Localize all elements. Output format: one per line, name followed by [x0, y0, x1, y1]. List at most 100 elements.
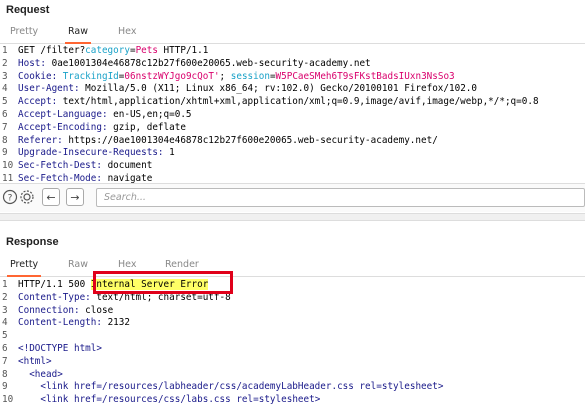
line-text: Host: 0ae1001304e46878c12b27f600e20065.w…: [18, 58, 371, 70]
code-token: HTTP/1.1: [157, 45, 209, 56]
code-token: ;: [219, 70, 231, 82]
line-number: 5: [2, 330, 8, 342]
code-token: rel=: [230, 394, 259, 406]
code-token: Upgrade-Insecure-Requests:: [18, 147, 164, 159]
back-arrow-icon[interactable]: ←: [42, 188, 60, 206]
annotation-box: [93, 271, 233, 294]
settings-icon[interactable]: [19, 189, 35, 205]
code-token: Accept:: [18, 96, 58, 108]
pane-divider[interactable]: [0, 213, 585, 221]
tab-request-hex[interactable]: Hex: [118, 23, 136, 41]
response-editor[interactable]: 1 HTTP/1.1 500 Internal Server Error 2 Cont…: [0, 279, 585, 409]
line-number: 10: [2, 394, 14, 406]
line-number: 4: [2, 83, 8, 95]
code-token: 0ae1001304e46878c12b27f600e20065.web-sec…: [46, 57, 371, 69]
code-token: Sec-Fetch-Dest:: [18, 160, 102, 172]
line-number: 10: [2, 160, 14, 172]
code-token: navigate: [101, 173, 153, 183]
tab-request-pretty[interactable]: Pretty: [10, 23, 38, 41]
line-text: Cookie: TrackingId=06nstzWYJgo9cQoT'; se…: [18, 71, 455, 83]
code-token: <!DOCTYPE html>: [18, 343, 102, 354]
code-token: Pets: [135, 45, 158, 56]
code-token: >: [314, 394, 321, 406]
code-token: TrackingId: [62, 70, 119, 82]
svg-text:?: ?: [8, 194, 13, 204]
code-token: Host:: [18, 57, 46, 69]
code-token: Referer:: [18, 134, 63, 146]
code-token: >: [437, 381, 444, 393]
line-number: 8: [2, 368, 8, 380]
code-token: text/html,application/xhtml+xml,applicat…: [57, 96, 539, 108]
code-token: <head>: [29, 368, 63, 380]
line-text: GET /filter?category=Pets HTTP/1.1: [18, 45, 208, 57]
code-token: gzip, deflate: [107, 121, 186, 133]
tab-response-raw[interactable]: Raw: [68, 256, 88, 274]
code-token: rel=: [353, 381, 382, 393]
line-text: User-Agent: Mozilla/5.0 (X11; Linux x86_…: [18, 83, 477, 95]
line-number: 7: [2, 121, 8, 133]
line-text: Accept: text/html,application/xhtml+xml,…: [18, 96, 539, 108]
code-token: href=: [73, 381, 102, 393]
line-number: 7: [2, 355, 8, 367]
code-token: Content-Length:: [18, 317, 102, 329]
code-token: W5PCaeSMeh6T9sFKstBadsIUxn3NsSo3: [275, 70, 455, 82]
line-number: 3: [2, 304, 8, 316]
code-token: <link: [40, 394, 74, 406]
line-number: 11: [2, 173, 14, 183]
code-token: stylesheet: [258, 394, 315, 406]
code-token: close: [79, 304, 114, 316]
code-token: en-US,en;q=0.5: [107, 109, 192, 120]
code-token: session: [230, 70, 270, 82]
line-text: Referer: https://0ae1001304e46878c12b27f…: [18, 135, 438, 147]
tab-request-raw[interactable]: Raw: [65, 23, 91, 44]
line-number: 1: [2, 279, 8, 290]
line-number: 6: [2, 343, 8, 354]
line-text: Accept-Language: en-US,en;q=0.5: [18, 109, 192, 121]
line-number: 2: [2, 291, 8, 303]
line-number: 9: [2, 381, 8, 393]
help-icon[interactable]: ?: [2, 189, 18, 205]
tab-response-pretty[interactable]: Pretty: [6, 256, 42, 277]
request-editor[interactable]: 1 GET /filter?category=Pets HTTP/1.1 2 Host…: [0, 45, 585, 183]
code-token: document: [101, 160, 153, 172]
code-token: https://0ae1001304e46878c12b27f600e20065…: [62, 134, 438, 146]
code-token: GET /filter?: [18, 45, 86, 56]
line-text: Accept-Encoding: gzip, deflate: [18, 122, 186, 134]
request-toolbar: ? ← →: [0, 183, 585, 212]
code-token: stylesheet: [381, 381, 438, 393]
line-number: 4: [2, 317, 8, 329]
line-number: 9: [2, 147, 8, 159]
line-text: <link href=/resources/css/labs.css rel=s…: [18, 394, 320, 406]
line-text: Upgrade-Insecure-Requests: 1: [18, 147, 175, 159]
request-title: Request: [6, 4, 50, 16]
code-token: category: [85, 45, 130, 56]
code-token: 1: [163, 147, 175, 159]
code-token: href=: [73, 394, 102, 406]
code-token: 2132: [101, 317, 130, 329]
line-text: Connection: close: [18, 305, 113, 317]
code-token: Cookie:: [18, 70, 58, 82]
forward-arrow-icon[interactable]: →: [66, 188, 84, 206]
code-token: Sec-Fetch-Mode:: [18, 173, 102, 183]
code-token: <html>: [18, 355, 52, 367]
line-text: <link href=/resources/labheader/css/acad…: [18, 381, 443, 393]
line-number: 8: [2, 134, 8, 146]
line-number: 3: [2, 70, 8, 82]
line-text: Sec-Fetch-Dest: document: [18, 160, 152, 172]
code-token: /resources/css/labs.css: [101, 394, 231, 406]
line-text: Content-Length: 2132: [18, 317, 130, 329]
code-token: Accept-Encoding:: [18, 121, 108, 133]
code-token: HTTP/1.1 500: [18, 279, 91, 290]
code-token: Accept-Language:: [18, 109, 108, 120]
line-number: 5: [2, 96, 8, 108]
code-token: 06nstzWYJgo9cQoT': [124, 70, 220, 82]
code-token: Connection:: [18, 304, 80, 316]
code-token: Content-Type:: [18, 291, 91, 303]
search-input[interactable]: [96, 188, 585, 207]
request-tabs: Pretty Raw Hex: [0, 23, 585, 44]
line-number: 1: [2, 45, 8, 56]
response-tabs: Pretty Raw Hex Render: [0, 256, 585, 277]
